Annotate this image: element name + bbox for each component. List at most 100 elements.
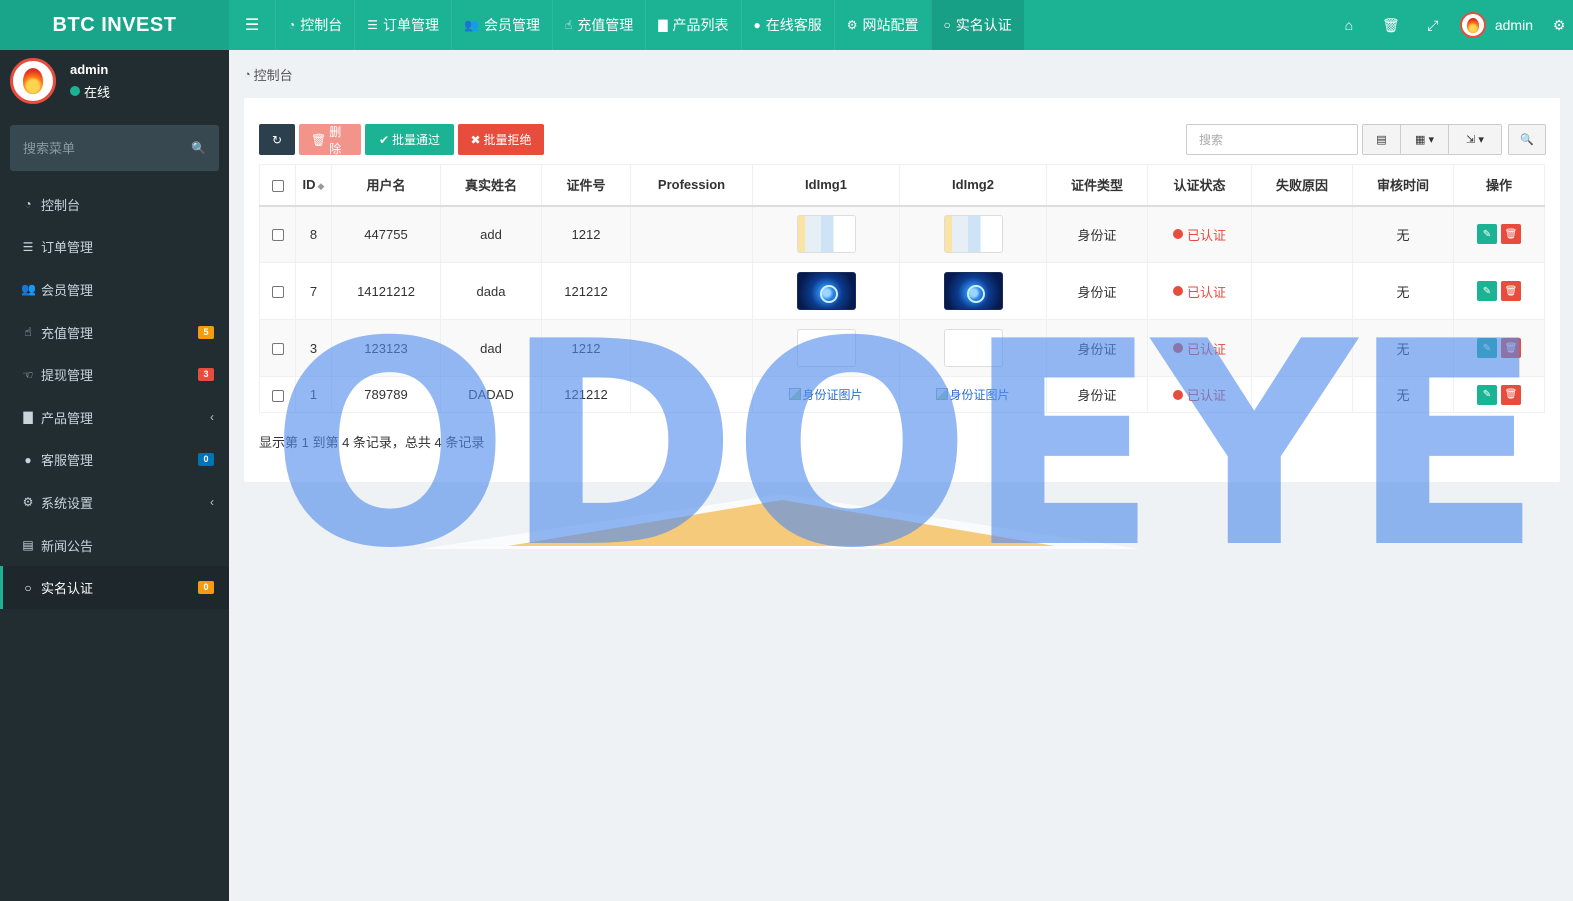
cell-idno: 1212 bbox=[541, 205, 631, 263]
recharge-count-badge: 5 bbox=[198, 325, 214, 339]
refresh-icon: ↻ bbox=[271, 132, 283, 147]
cell-realname: dada bbox=[440, 262, 542, 320]
row-checkbox[interactable] bbox=[271, 286, 284, 299]
cell-id: 8 bbox=[295, 205, 332, 263]
sidebar-item-dashboard[interactable]: ◔ 控制台 bbox=[0, 183, 229, 226]
nav-verification[interactable]: ○ 实名认证 bbox=[930, 0, 1024, 50]
cell-review-time: 无 bbox=[1352, 205, 1454, 263]
row-checkbox[interactable] bbox=[271, 229, 284, 242]
cell-review-time: 无 bbox=[1352, 262, 1454, 320]
withdraw-count-badge: 3 bbox=[198, 368, 214, 382]
sidebar-item-products[interactable]: ▇ 产品管理 ‹ bbox=[0, 396, 229, 439]
bag-icon: ▇ bbox=[23, 410, 33, 425]
table-row: 1 789789 DADAD 121212 身份证图片 身份证图片 身份证 已认… bbox=[259, 376, 1545, 413]
col-actions: 操作 bbox=[1453, 164, 1545, 207]
id-image-thumbnail[interactable] bbox=[796, 329, 856, 367]
sidebar-item-verification[interactable]: ○ 实名认证 0 bbox=[0, 566, 229, 609]
brand-logo[interactable]: BTC INVEST bbox=[0, 0, 229, 50]
sidebar-toggle-icon[interactable]: ☰ bbox=[229, 0, 275, 50]
table-row: 7 14121212 dada 121212 身份证 已认证 无 ✎ 🗑 bbox=[259, 262, 1545, 320]
cell-fail-reason bbox=[1251, 205, 1353, 263]
user-status: 在线 bbox=[70, 82, 110, 101]
row-checkbox[interactable] bbox=[271, 343, 284, 356]
broken-image-icon bbox=[936, 388, 949, 401]
broken-image[interactable]: 身份证图片 bbox=[789, 386, 863, 403]
edit-button[interactable]: ✎ bbox=[1477, 281, 1497, 301]
delete-row-button[interactable]: 🗑 bbox=[1501, 281, 1521, 301]
nav-support[interactable]: ● 在线客服 bbox=[740, 0, 834, 50]
columns-button[interactable]: ▦ ▾ bbox=[1401, 124, 1449, 155]
nav-site-config[interactable]: ⚙ 网站配置 bbox=[833, 0, 931, 50]
refresh-button[interactable]: ↻ bbox=[259, 124, 295, 155]
nav-orders[interactable]: ☰ 订单管理 bbox=[354, 0, 451, 50]
trash-icon[interactable]: 🗑 bbox=[1370, 17, 1412, 34]
search-icon[interactable]: 🔍 bbox=[191, 141, 206, 155]
delete-button[interactable]: 🗑 删除 bbox=[299, 124, 361, 156]
status-badge: 已认证 bbox=[1172, 339, 1226, 358]
chat-icon: ● bbox=[24, 452, 32, 467]
sidebar-item-withdraw[interactable]: ☜ 提现管理 3 bbox=[0, 353, 229, 396]
col-id[interactable]: ID ◆ bbox=[295, 164, 332, 207]
users-icon: 👥 bbox=[464, 18, 479, 32]
cell-fail-reason bbox=[1251, 376, 1353, 413]
export-button[interactable]: ⇲ ▾ bbox=[1449, 124, 1502, 155]
id-image-thumbnail[interactable] bbox=[943, 215, 1003, 254]
cell-idno: 121212 bbox=[541, 262, 631, 320]
cell-id: 7 bbox=[295, 262, 332, 320]
toggle-view-button[interactable]: ▤ bbox=[1362, 124, 1401, 155]
fullscreen-icon[interactable]: ⤢ bbox=[1412, 17, 1454, 34]
top-navbar: BTC INVEST ☰ ◔ 控制台 ☰ 订单管理 👥 会员管理 ☝ 充值管理 ▇ 产品列… bbox=[0, 0, 1573, 50]
cell-username: 789789 bbox=[331, 376, 441, 413]
main-content: ◔控制台 ↻ 🗑删除 ✔批量通过 ✖批量拒绝 ▤ ▦ ▾ ⇲ ▾ 🔍 ID◆ 用… bbox=[229, 50, 1573, 901]
advanced-search-button[interactable]: 🔍 bbox=[1508, 124, 1546, 155]
sidebar-item-support[interactable]: ● 客服管理 0 bbox=[0, 439, 229, 482]
batch-pass-button[interactable]: ✔ 批量通过 bbox=[365, 124, 454, 155]
broken-image[interactable]: 身份证图片 bbox=[936, 386, 1010, 403]
pencil-icon: ✎ bbox=[1482, 285, 1492, 297]
dashboard-icon: ◔ bbox=[244, 68, 251, 81]
nav-recharge[interactable]: ☝ 充值管理 bbox=[551, 0, 645, 50]
sidebar-item-settings[interactable]: ⚙ 系统设置 ‹ bbox=[0, 481, 229, 524]
col-idimg2: IdImg2 bbox=[899, 164, 1047, 207]
delete-row-button[interactable]: 🗑 bbox=[1501, 224, 1521, 245]
gears-icon[interactable]: ⚙ bbox=[1545, 17, 1573, 34]
sidebar-item-news[interactable]: ▤ 新闻公告 bbox=[0, 524, 229, 567]
grid-icon: ▦ ▾ bbox=[1415, 134, 1434, 146]
user-menu[interactable]: admin bbox=[1454, 12, 1545, 38]
menu-search-input[interactable] bbox=[23, 140, 173, 156]
status-dot-icon bbox=[1172, 286, 1183, 296]
nav-dashboard[interactable]: ◔ 控制台 bbox=[275, 0, 354, 50]
select-all-checkbox[interactable] bbox=[271, 179, 284, 192]
delete-row-button[interactable]: 🗑 bbox=[1501, 338, 1521, 358]
sidebar-item-recharge[interactable]: ☝ 充值管理 5 bbox=[0, 311, 229, 354]
export-icon: ⇲ ▾ bbox=[1466, 134, 1484, 146]
status-dot-icon bbox=[1172, 343, 1183, 353]
id-image-thumbnail[interactable] bbox=[943, 329, 1003, 367]
edit-button[interactable]: ✎ bbox=[1477, 224, 1497, 245]
nav-products[interactable]: ▇ 产品列表 bbox=[645, 0, 740, 50]
users-icon: 👥 bbox=[21, 282, 36, 297]
hand-icon: ☝ bbox=[564, 18, 573, 32]
id-image-thumbnail[interactable] bbox=[796, 215, 856, 254]
dashboard-icon: ◔ bbox=[288, 18, 296, 32]
batch-reject-button[interactable]: ✖ 批量拒绝 bbox=[458, 124, 544, 155]
user-name: admin bbox=[70, 61, 109, 77]
support-count-badge: 0 bbox=[198, 453, 214, 467]
table-search-input[interactable] bbox=[1186, 124, 1358, 155]
home-icon[interactable]: ⌂ bbox=[1328, 17, 1370, 33]
trash-icon: 🗑 bbox=[1504, 228, 1518, 240]
cell-idno: 121212 bbox=[541, 376, 631, 413]
col-username: 用户名 bbox=[331, 164, 441, 207]
sidebar-item-members[interactable]: 👥 会员管理 bbox=[0, 268, 229, 311]
check-icon: ✔ bbox=[378, 132, 390, 147]
id-image-thumbnail[interactable] bbox=[796, 272, 856, 310]
edit-button[interactable]: ✎ bbox=[1477, 384, 1497, 405]
table-view-icon: ▤ bbox=[1376, 134, 1387, 146]
edit-button[interactable]: ✎ bbox=[1477, 338, 1497, 358]
id-image-thumbnail[interactable] bbox=[943, 272, 1003, 310]
row-checkbox[interactable] bbox=[271, 389, 284, 402]
table-row: 3 123123 dad 1212 身份证 已认证 无 ✎ 🗑 bbox=[259, 319, 1545, 377]
nav-members[interactable]: 👥 会员管理 bbox=[451, 0, 552, 50]
delete-row-button[interactable]: 🗑 bbox=[1501, 384, 1521, 405]
sidebar-item-orders[interactable]: ☰ 订单管理 bbox=[0, 226, 229, 269]
